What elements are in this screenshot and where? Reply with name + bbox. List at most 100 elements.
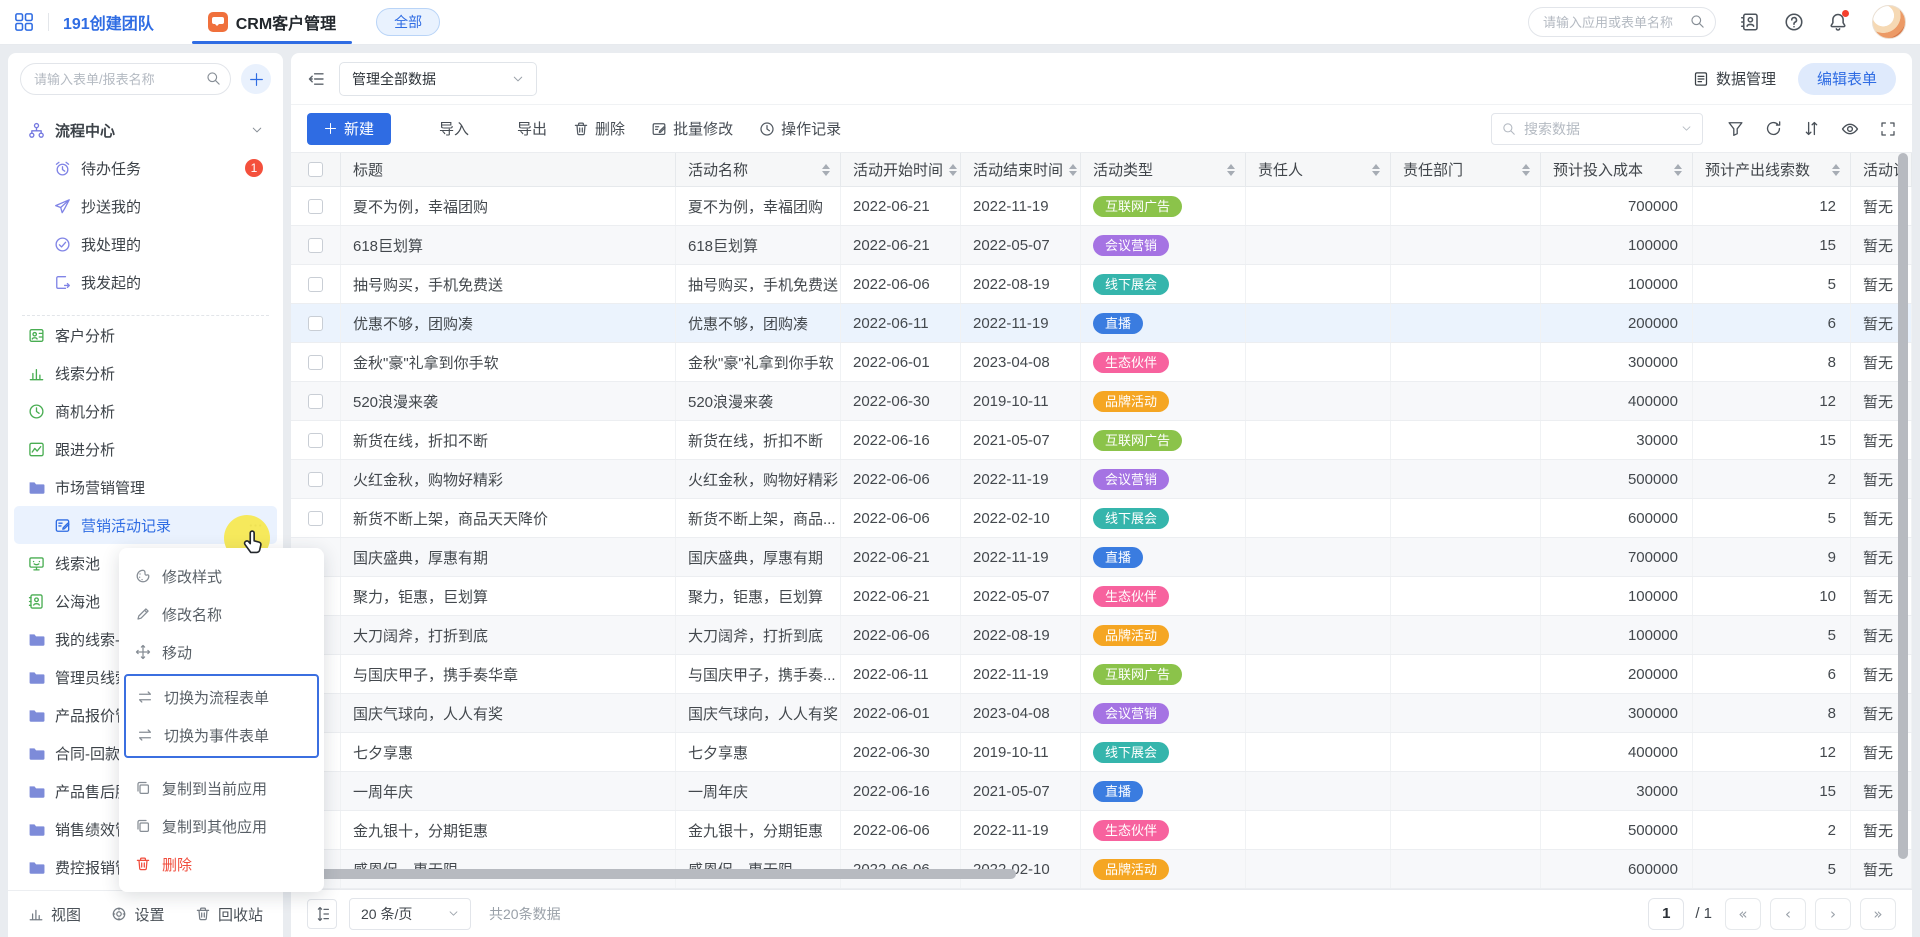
column-header-活动开始时间[interactable]: 活动开始时间 <box>841 153 961 186</box>
sidebar-item-市场营销管理[interactable]: 市场营销管理 <box>14 468 277 506</box>
table-row[interactable]: 七夕享惠七夕享惠2022-06-302019-10-11线下展会40000012… <box>291 733 1912 772</box>
sidebar-footer-视图[interactable]: 视图 <box>28 904 81 925</box>
scope-pill-all[interactable]: 全部 <box>376 8 440 36</box>
batch-edit-button[interactable]: 批量修改 <box>651 118 733 139</box>
menu-item-删除[interactable]: 删除 <box>119 845 324 883</box>
column-header-活动类型[interactable]: 活动类型 <box>1081 153 1246 186</box>
table-row[interactable]: 一周年庆一周年庆2022-06-162021-05-07直播3000015暂无 <box>291 772 1912 811</box>
sidebar-item-线索分析[interactable]: 线索分析 <box>14 354 277 392</box>
sort-arrows-icon[interactable] <box>822 164 830 176</box>
column-header-责任部门[interactable]: 责任部门 <box>1391 153 1541 186</box>
last-page-button[interactable]: » <box>1860 898 1896 930</box>
row-checkbox[interactable] <box>308 238 323 253</box>
row-checkbox[interactable] <box>308 472 323 487</box>
table-row[interactable]: 大刀阔斧，打折到底大刀阔斧，打折到底2022-06-062022-08-19品牌… <box>291 616 1912 655</box>
edit-form-button[interactable]: 编辑表单 <box>1798 63 1896 95</box>
column-header-预计产出线索数[interactable]: 预计产出线索数 <box>1693 153 1851 186</box>
next-page-button[interactable]: › <box>1815 898 1851 930</box>
add-form-button[interactable] <box>241 64 271 94</box>
column-header-活动结束时间[interactable]: 活动结束时间 <box>961 153 1081 186</box>
data-search-input[interactable]: 搜索数据 <box>1491 113 1703 145</box>
table-row[interactable]: 国庆气球向，人人有奖国庆气球向，人人有奖2022-06-012023-04-08… <box>291 694 1912 733</box>
tab-crm-app[interactable]: CRM客户管理 <box>196 0 348 44</box>
data-manage-button[interactable]: 数据管理 <box>1693 68 1776 89</box>
sidebar-item-待办任务[interactable]: 待办任务1 <box>14 149 277 187</box>
menu-item-复制到当前应用[interactable]: 复制到当前应用 <box>119 769 324 807</box>
column-header-标题[interactable]: 标题 <box>341 153 676 186</box>
sort-arrows-icon[interactable] <box>1832 164 1840 176</box>
table-row[interactable]: 新货在线，折扣不断新货在线，折扣不断2022-06-162021-05-07互联… <box>291 421 1912 460</box>
delete-button[interactable]: 删除 <box>573 118 625 139</box>
export-button[interactable]: 导出 <box>495 118 547 139</box>
horizontal-scrollbar[interactable] <box>306 869 1016 879</box>
sidebar-item-流程中心[interactable]: 流程中心 <box>14 111 277 149</box>
table-row[interactable]: 金秋"豪"礼拿到你手软金秋"豪"礼拿到你手软2022-06-012023-04-… <box>291 343 1912 382</box>
import-button[interactable]: 导入 <box>417 118 469 139</box>
menu-item-修改名称[interactable]: 修改名称 <box>119 595 324 633</box>
new-record-button[interactable]: 新建 <box>307 113 391 145</box>
visibility-icon[interactable] <box>1841 120 1859 138</box>
fullscreen-icon[interactable] <box>1880 121 1896 137</box>
column-header-预计投入成本[interactable]: 预计投入成本 <box>1541 153 1693 186</box>
sort-arrows-icon[interactable] <box>1674 164 1682 176</box>
row-checkbox[interactable] <box>308 355 323 370</box>
table-row[interactable]: 抽号购买，手机免费送抽号购买，手机免费送2022-06-062022-08-19… <box>291 265 1912 304</box>
column-header-活动名称[interactable]: 活动名称 <box>676 153 841 186</box>
sidebar-footer-设置[interactable]: 设置 <box>111 904 164 925</box>
sort-icon[interactable] <box>1803 120 1820 137</box>
sort-arrows-icon[interactable] <box>1069 164 1077 176</box>
menu-item-移动[interactable]: 移动 <box>119 633 324 671</box>
sidebar-item-跟进分析[interactable]: 跟进分析 <box>14 430 277 468</box>
row-checkbox[interactable] <box>308 277 323 292</box>
row-checkbox[interactable] <box>308 199 323 214</box>
sidebar-item-我处理的[interactable]: 我处理的 <box>14 225 277 263</box>
page-number-input[interactable]: 1 <box>1648 898 1684 930</box>
form-search-input[interactable] <box>20 63 231 95</box>
menu-item-切换为流程表单[interactable]: 切换为流程表单 <box>126 678 317 716</box>
table-row[interactable]: 新货不断上架，商品天天降价新货不断上架，商品...2022-06-062022-… <box>291 499 1912 538</box>
table-row[interactable]: 金九银十，分期钜惠金九银十，分期钜惠2022-06-062022-11-19生态… <box>291 811 1912 850</box>
filter-icon[interactable] <box>1727 120 1744 137</box>
data-scope-select[interactable]: 管理全部数据 <box>339 62 537 96</box>
first-page-button[interactable]: « <box>1725 898 1761 930</box>
sort-arrows-icon[interactable] <box>949 164 957 176</box>
help-icon[interactable] <box>1784 12 1804 32</box>
table-row[interactable]: 520浪漫来袭520浪漫来袭2022-06-302019-10-11品牌活动40… <box>291 382 1912 421</box>
row-height-button[interactable] <box>307 899 337 929</box>
table-row[interactable]: 火红金秋，购物好精彩火红金秋，购物好精彩2022-06-062022-11-19… <box>291 460 1912 499</box>
page-size-select[interactable]: 20 条/页 <box>349 898 471 930</box>
collapse-sidebar-icon[interactable] <box>307 70 325 88</box>
menu-item-切换为事件表单[interactable]: 切换为事件表单 <box>126 716 317 754</box>
sidebar-footer-回收站[interactable]: 回收站 <box>195 904 263 925</box>
refresh-icon[interactable] <box>1765 120 1782 137</box>
table-row[interactable]: 优惠不够，团购凑优惠不够，团购凑2022-06-112022-11-19直播20… <box>291 304 1912 343</box>
sort-arrows-icon[interactable] <box>1227 164 1235 176</box>
vertical-scrollbar[interactable] <box>1898 153 1908 859</box>
team-name[interactable]: 191创建团队 <box>63 10 154 34</box>
sort-arrows-icon[interactable] <box>1522 164 1530 176</box>
operation-log-button[interactable]: 操作记录 <box>759 118 841 139</box>
table-row[interactable]: 618巨划算618巨划算2022-06-212022-05-07会议营销1000… <box>291 226 1912 265</box>
row-checkbox[interactable] <box>308 394 323 409</box>
select-all-checkbox[interactable] <box>308 162 323 177</box>
menu-item-修改样式[interactable]: 修改样式 <box>119 557 324 595</box>
row-checkbox[interactable] <box>308 316 323 331</box>
sort-arrows-icon[interactable] <box>1372 164 1380 176</box>
chevron-down-icon[interactable] <box>251 124 263 136</box>
sidebar-item-客户分析[interactable]: 客户分析 <box>14 316 277 354</box>
sidebar-item-商机分析[interactable]: 商机分析 <box>14 392 277 430</box>
app-grid-icon[interactable] <box>14 12 34 32</box>
table-row[interactable]: 夏不为例，幸福团购夏不为例，幸福团购2022-06-212022-11-19互联… <box>291 187 1912 226</box>
column-header-责任人[interactable]: 责任人 <box>1246 153 1391 186</box>
row-checkbox[interactable] <box>308 511 323 526</box>
prev-page-button[interactable]: ‹ <box>1770 898 1806 930</box>
sidebar-item-我发起的[interactable]: 我发起的 <box>14 263 277 301</box>
sidebar-item-抄送我的[interactable]: 抄送我的 <box>14 187 277 225</box>
row-checkbox[interactable] <box>308 433 323 448</box>
menu-item-复制到其他应用[interactable]: 复制到其他应用 <box>119 807 324 845</box>
user-avatar[interactable] <box>1872 5 1906 39</box>
notification-bell-icon[interactable] <box>1828 12 1848 32</box>
table-row[interactable]: 聚力，钜惠，巨划算聚力，钜惠，巨划算2022-06-212022-05-07生态… <box>291 577 1912 616</box>
global-search-input[interactable] <box>1528 7 1716 37</box>
table-row[interactable]: 与国庆甲子，携手奏华章与国庆甲子，携手奏...2022-06-112022-11… <box>291 655 1912 694</box>
